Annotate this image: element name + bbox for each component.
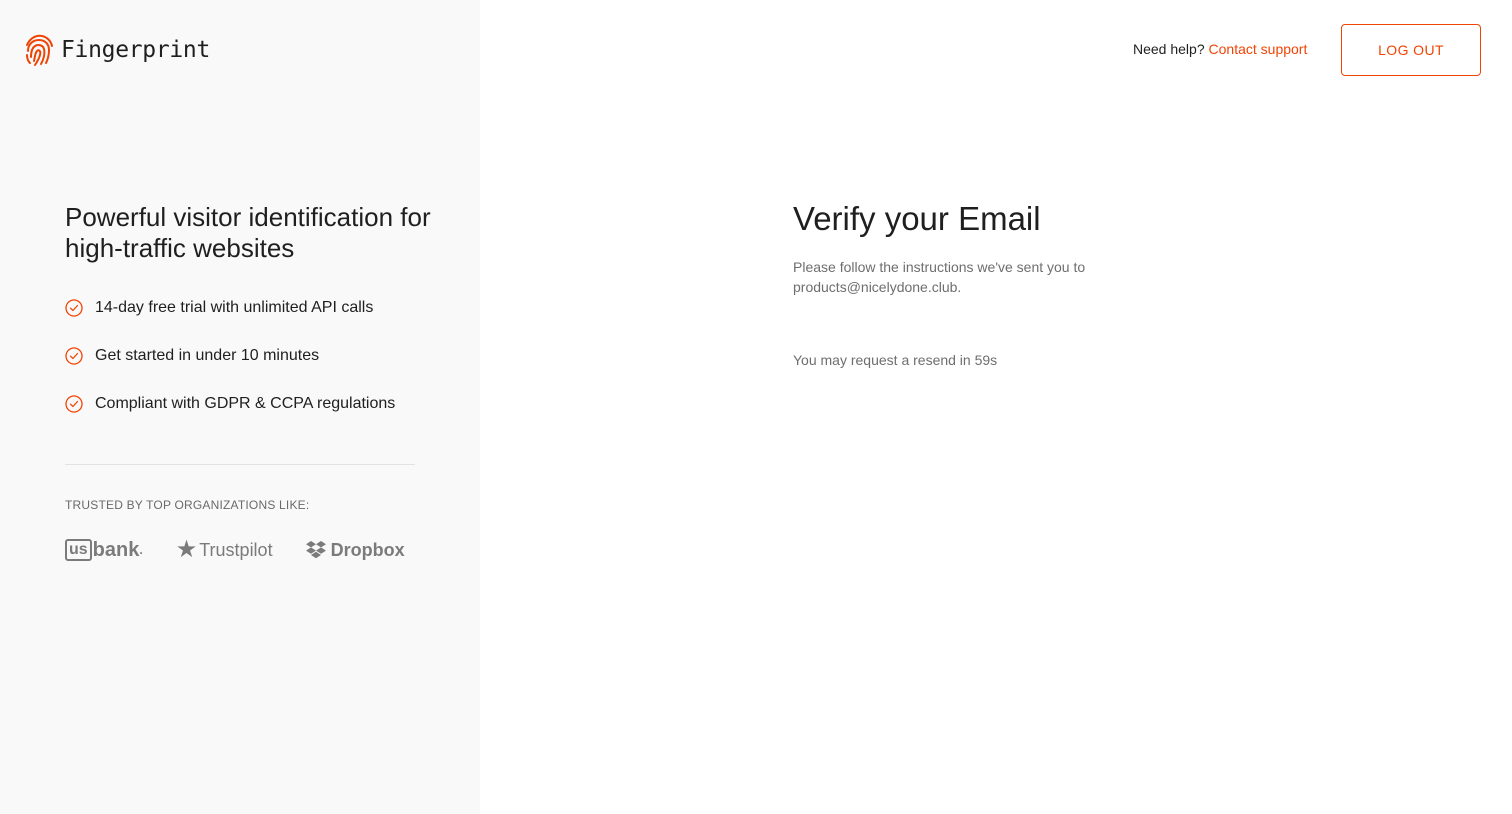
headline: Powerful visitor identification for high… xyxy=(65,202,431,263)
feature-label: Compliant with GDPR & CCPA regulations xyxy=(95,395,396,412)
feature-label: Get started in under 10 minutes xyxy=(95,347,320,364)
feature-list: 14-day free trial with unlimited API cal… xyxy=(65,296,395,440)
divider xyxy=(65,464,415,465)
trusted-label: TRUSTED BY TOP ORGANIZATIONS LIKE: xyxy=(65,498,310,512)
fingerprint-icon xyxy=(26,34,53,66)
customer-logos: us bank . ★ Trustpilot Dropbox xyxy=(65,534,405,566)
logo[interactable]: Fingerprint xyxy=(24,33,210,67)
feature-item: 14-day free trial with unlimited API cal… xyxy=(65,296,395,320)
feature-label: 14-day free trial with unlimited API cal… xyxy=(95,299,374,316)
contact-support-link[interactable]: Contact support xyxy=(1209,41,1308,57)
trustpilot-logo: ★ Trustpilot xyxy=(176,538,273,562)
check-circle-icon xyxy=(65,299,83,317)
feature-item: Get started in under 10 minutes xyxy=(65,344,395,368)
usbank-logo: us bank . xyxy=(65,539,143,562)
usbank-dot: . xyxy=(139,543,143,557)
resend-countdown: You may request a resend in 59s xyxy=(793,352,998,368)
brand-name: Fingerprint xyxy=(61,37,211,63)
usbank-bank-text: bank xyxy=(92,538,140,561)
dropbox-icon xyxy=(305,541,326,559)
check-circle-icon xyxy=(65,395,83,413)
verify-instructions: Please follow the instructions we've sen… xyxy=(793,259,1086,295)
left-panel: Fingerprint Powerful visitor identificat… xyxy=(0,0,480,814)
feature-item: Compliant with GDPR & CCPA regulations xyxy=(65,392,395,416)
check-circle-icon xyxy=(65,347,83,365)
help-section: Need help? Contact support xyxy=(1133,41,1307,57)
usbank-us-mark: us xyxy=(65,539,92,561)
help-text: Need help? xyxy=(1133,41,1205,57)
star-icon: ★ xyxy=(175,536,198,563)
trustpilot-text: Trustpilot xyxy=(199,539,273,560)
logout-button[interactable]: LOG OUT xyxy=(1341,24,1481,76)
dropbox-logo: Dropbox xyxy=(305,540,405,561)
dropbox-text: Dropbox xyxy=(330,539,405,560)
page-title: Verify your Email xyxy=(793,200,1041,237)
